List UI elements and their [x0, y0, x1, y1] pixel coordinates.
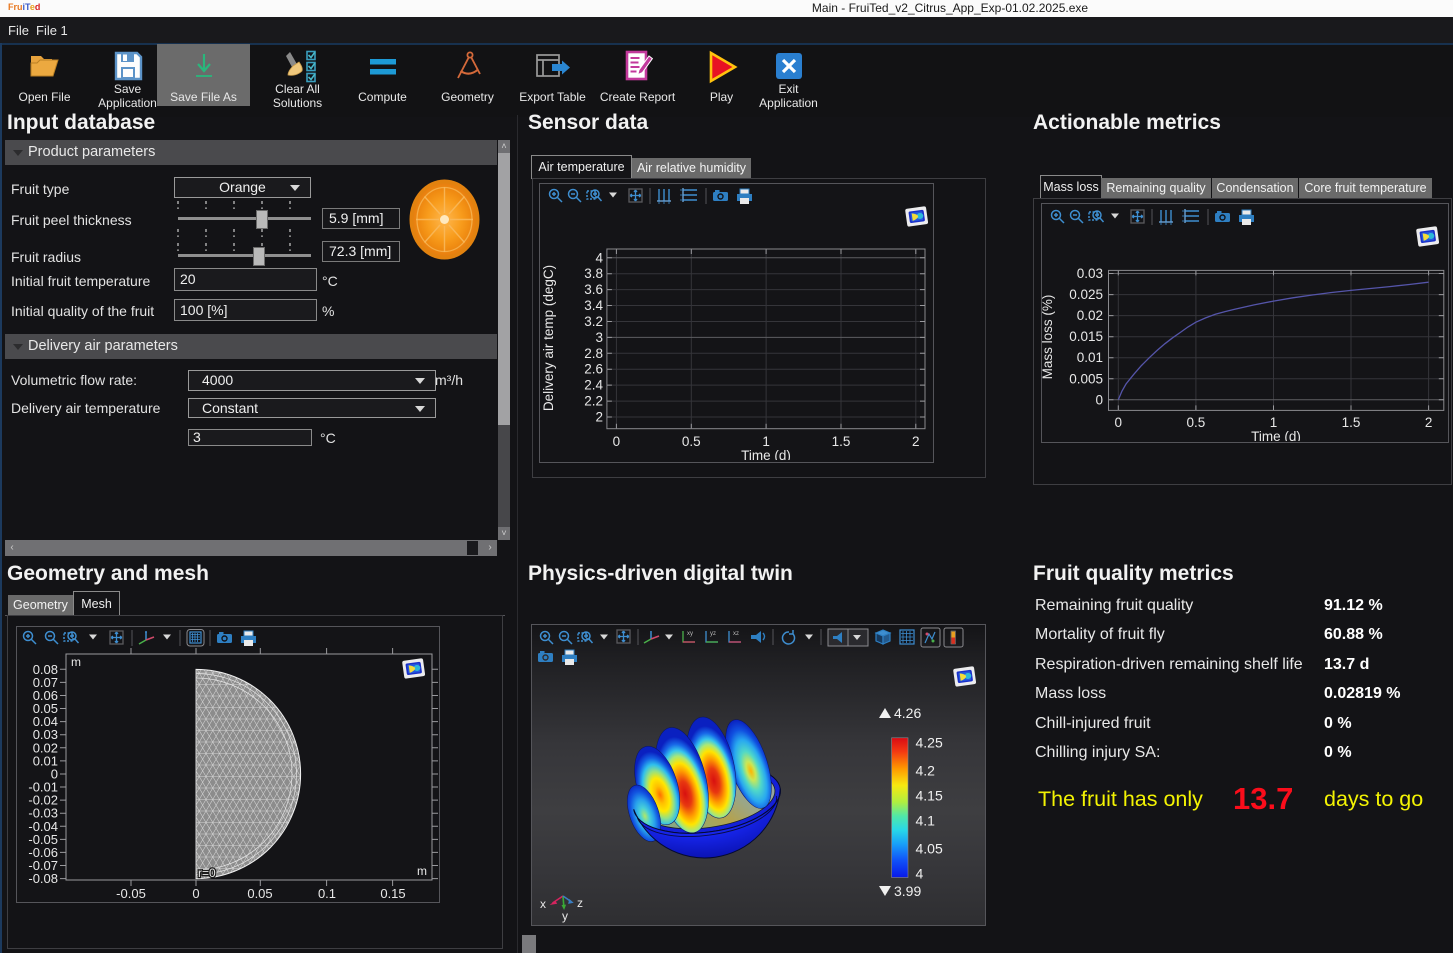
svg-text:0.1: 0.1 — [318, 886, 336, 900]
svg-text:0.01: 0.01 — [1077, 350, 1103, 365]
svg-text:3.8: 3.8 — [584, 266, 603, 281]
svg-text:2: 2 — [595, 410, 603, 425]
svg-text:xy: xy — [687, 631, 693, 637]
svg-text:0.15: 0.15 — [380, 886, 405, 900]
svg-text:Mass loss (%): Mass loss (%) — [1042, 295, 1055, 380]
svg-text:3.2: 3.2 — [584, 314, 603, 329]
svg-text:x: x — [540, 897, 546, 911]
svg-text:4: 4 — [916, 866, 924, 882]
svg-text:0.02: 0.02 — [1077, 308, 1103, 323]
svg-text:2: 2 — [1425, 415, 1433, 430]
svg-text:yz: yz — [710, 631, 716, 637]
svg-text:4.15: 4.15 — [916, 787, 943, 803]
svg-text:0.03: 0.03 — [1077, 266, 1103, 281]
svg-text:Delivery air temp (degC): Delivery air temp (degC) — [541, 265, 556, 411]
svg-text:0.005: 0.005 — [1069, 371, 1103, 386]
svg-text:2.6: 2.6 — [584, 362, 603, 377]
svg-text:m: m — [71, 655, 81, 669]
svg-text:3.99: 3.99 — [894, 883, 921, 899]
svg-text:0: 0 — [1115, 415, 1123, 430]
svg-text:0.025: 0.025 — [1069, 287, 1103, 302]
svg-text:2.8: 2.8 — [584, 346, 603, 361]
svg-text:xz: xz — [733, 631, 739, 637]
svg-text:4.25: 4.25 — [916, 735, 943, 751]
svg-text:1: 1 — [762, 434, 770, 449]
svg-text:4.05: 4.05 — [916, 840, 943, 856]
svg-text:0: 0 — [613, 434, 621, 449]
svg-text:0.5: 0.5 — [1187, 415, 1206, 430]
svg-text:-0.08: -0.08 — [28, 871, 58, 886]
svg-text:r=0: r=0 — [198, 866, 216, 880]
svg-text:4.1: 4.1 — [916, 813, 936, 829]
svg-text:2.4: 2.4 — [584, 378, 603, 393]
svg-text:y: y — [562, 909, 568, 923]
svg-text:0.015: 0.015 — [1069, 329, 1103, 344]
svg-text:0.05: 0.05 — [247, 886, 272, 900]
svg-text:2: 2 — [912, 434, 920, 449]
svg-text:4.26: 4.26 — [894, 705, 921, 721]
svg-text:3: 3 — [595, 330, 603, 345]
svg-text:4.2: 4.2 — [916, 762, 936, 778]
svg-text:z: z — [577, 896, 583, 910]
svg-text:2.2: 2.2 — [584, 394, 603, 409]
svg-text:0.5: 0.5 — [682, 434, 701, 449]
svg-text:0: 0 — [192, 886, 199, 900]
svg-text:Time (d): Time (d) — [1251, 429, 1301, 441]
svg-text:3.4: 3.4 — [584, 298, 603, 313]
svg-text:0: 0 — [1095, 392, 1103, 407]
svg-text:m: m — [417, 864, 427, 878]
svg-text:Time (d): Time (d) — [741, 448, 791, 460]
svg-text:4: 4 — [595, 250, 603, 265]
svg-text:1.5: 1.5 — [832, 434, 851, 449]
svg-text:3.6: 3.6 — [584, 282, 603, 297]
svg-text:-0.05: -0.05 — [116, 886, 146, 900]
svg-text:1.5: 1.5 — [1342, 415, 1361, 430]
svg-text:1: 1 — [1270, 415, 1278, 430]
